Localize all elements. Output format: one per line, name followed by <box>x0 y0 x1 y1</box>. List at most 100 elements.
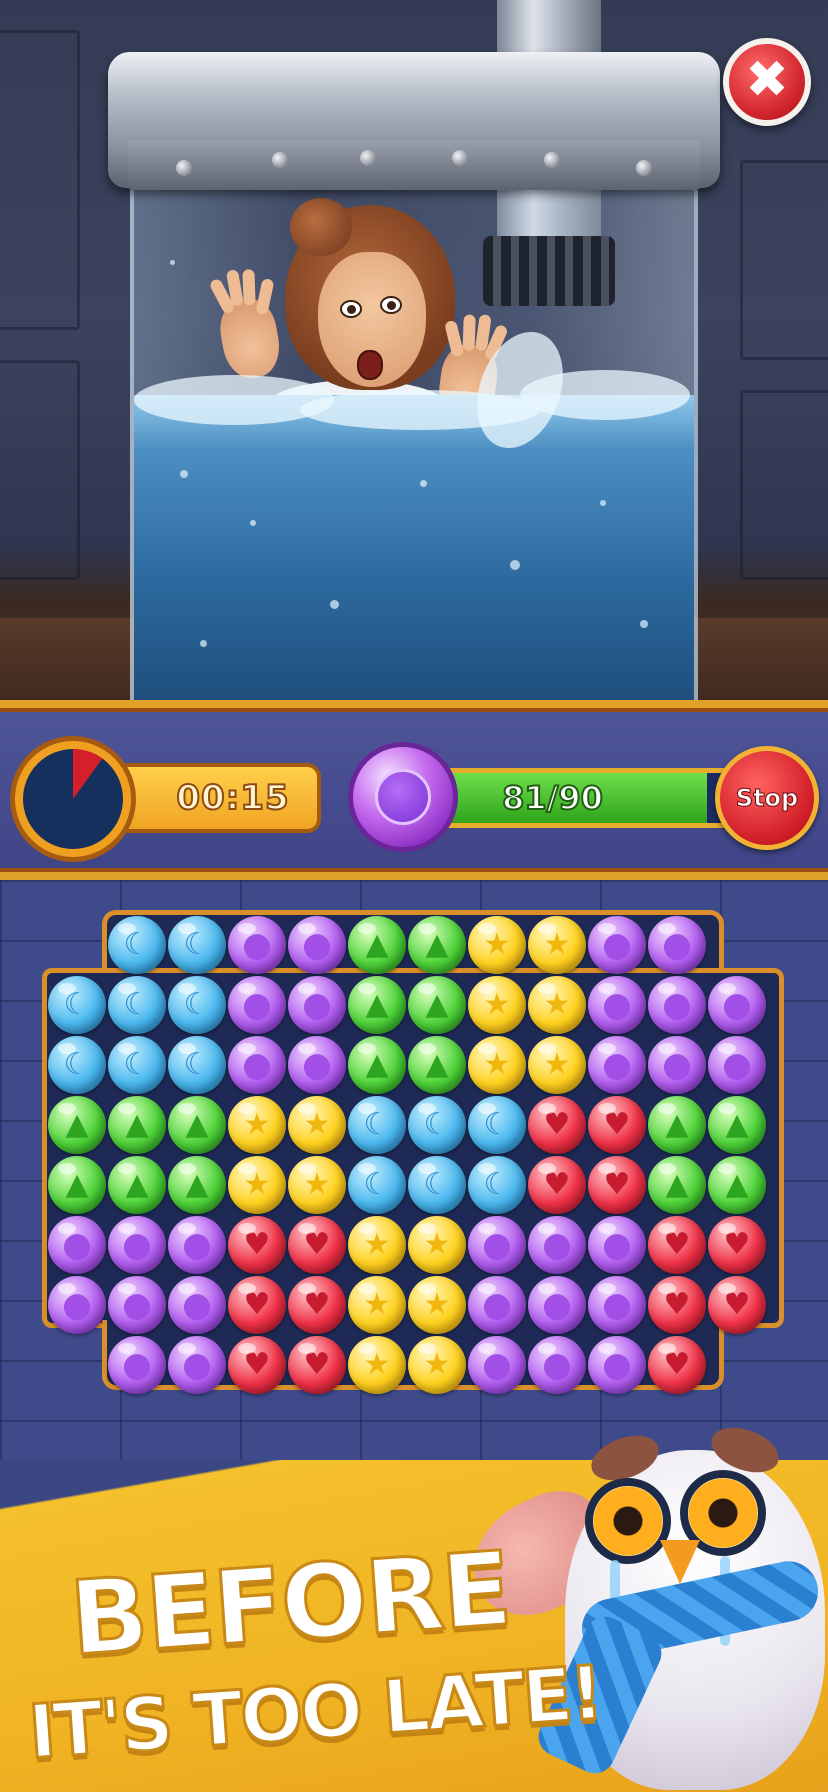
red-gem[interactable]: ♥ <box>528 1096 586 1154</box>
red-gem[interactable]: ♥ <box>708 1276 766 1334</box>
purple-gem[interactable]: ● <box>648 976 706 1034</box>
yellow-gem[interactable]: ★ <box>528 916 586 974</box>
green-gem[interactable]: ▲ <box>408 1036 466 1094</box>
green-gem[interactable]: ▲ <box>708 1156 766 1214</box>
red-gem[interactable]: ♥ <box>588 1156 646 1214</box>
blue-gem[interactable]: ☾ <box>168 1036 226 1094</box>
purple-gem[interactable]: ● <box>588 1276 646 1334</box>
rivet <box>360 150 376 166</box>
yellow-gem[interactable]: ★ <box>348 1276 406 1334</box>
red-gem[interactable]: ♥ <box>228 1336 286 1394</box>
green-gem[interactable]: ▲ <box>108 1096 166 1154</box>
green-gem[interactable]: ▲ <box>108 1156 166 1214</box>
purple-gem[interactable]: ● <box>468 1276 526 1334</box>
blue-gem[interactable]: ☾ <box>168 916 226 974</box>
red-gem[interactable]: ♥ <box>228 1216 286 1274</box>
yellow-gem[interactable]: ★ <box>468 976 526 1034</box>
purple-gem[interactable]: ● <box>228 1036 286 1094</box>
red-gem[interactable]: ♥ <box>708 1216 766 1274</box>
blue-gem[interactable]: ☾ <box>168 976 226 1034</box>
red-gem[interactable]: ♥ <box>648 1216 706 1274</box>
red-gem[interactable]: ♥ <box>588 1096 646 1154</box>
green-gem[interactable]: ▲ <box>348 916 406 974</box>
yellow-gem[interactable]: ★ <box>288 1096 346 1154</box>
yellow-gem[interactable]: ★ <box>528 1036 586 1094</box>
yellow-gem[interactable]: ★ <box>468 1036 526 1094</box>
blue-gem[interactable]: ☾ <box>48 976 106 1034</box>
purple-gem[interactable]: ● <box>708 1036 766 1094</box>
close-button[interactable]: ✖ <box>723 38 811 126</box>
purple-gem[interactable]: ● <box>588 1336 646 1394</box>
blue-gem[interactable]: ☾ <box>468 1156 526 1214</box>
green-gem[interactable]: ▲ <box>168 1156 226 1214</box>
red-gem[interactable]: ♥ <box>648 1276 706 1334</box>
purple-gem[interactable]: ● <box>528 1336 586 1394</box>
purple-gem[interactable]: ● <box>528 1276 586 1334</box>
red-gem[interactable]: ♥ <box>288 1216 346 1274</box>
blue-gem[interactable]: ☾ <box>408 1156 466 1214</box>
green-gem[interactable]: ▲ <box>48 1096 106 1154</box>
blue-gem[interactable]: ☾ <box>468 1096 526 1154</box>
purple-gem[interactable]: ● <box>288 1036 346 1094</box>
purple-gem[interactable]: ● <box>228 976 286 1034</box>
purple-gem[interactable]: ● <box>168 1336 226 1394</box>
purple-gem[interactable]: ● <box>588 1036 646 1094</box>
blue-gem[interactable]: ☾ <box>108 916 166 974</box>
purple-gem[interactable]: ● <box>588 976 646 1034</box>
purple-gem[interactable]: ● <box>228 916 286 974</box>
purple-gem[interactable]: ● <box>168 1276 226 1334</box>
purple-gem[interactable]: ● <box>288 976 346 1034</box>
purple-gem[interactable]: ● <box>648 1036 706 1094</box>
bubble <box>180 470 188 478</box>
green-gem[interactable]: ▲ <box>648 1156 706 1214</box>
yellow-gem[interactable]: ★ <box>228 1096 286 1154</box>
purple-gem[interactable]: ● <box>468 1216 526 1274</box>
circle-icon: ● <box>542 1285 572 1325</box>
purple-gem[interactable]: ● <box>108 1336 166 1394</box>
purple-gem[interactable]: ● <box>468 1336 526 1394</box>
purple-gem[interactable]: ● <box>108 1276 166 1334</box>
yellow-gem[interactable]: ★ <box>528 976 586 1034</box>
red-gem[interactable]: ♥ <box>648 1336 706 1394</box>
purple-gem[interactable]: ● <box>48 1276 106 1334</box>
green-gem[interactable]: ▲ <box>168 1096 226 1154</box>
yellow-gem[interactable]: ★ <box>468 916 526 974</box>
woman-hair-bun <box>290 198 352 256</box>
purple-gem[interactable]: ● <box>588 916 646 974</box>
purple-gem[interactable]: ● <box>108 1216 166 1274</box>
red-gem[interactable]: ♥ <box>528 1156 586 1214</box>
blue-gem[interactable]: ☾ <box>108 976 166 1034</box>
yellow-gem[interactable]: ★ <box>348 1216 406 1274</box>
green-gem[interactable]: ▲ <box>648 1096 706 1154</box>
green-gem[interactable]: ▲ <box>348 1036 406 1094</box>
purple-gem[interactable]: ● <box>648 916 706 974</box>
purple-gem[interactable]: ● <box>588 1216 646 1274</box>
yellow-gem[interactable]: ★ <box>408 1336 466 1394</box>
green-gem[interactable]: ▲ <box>408 916 466 974</box>
stop-button[interactable]: Stop <box>715 746 819 850</box>
purple-gem[interactable]: ● <box>288 916 346 974</box>
blue-gem[interactable]: ☾ <box>48 1036 106 1094</box>
purple-gem[interactable]: ● <box>48 1216 106 1274</box>
blue-gem[interactable]: ☾ <box>348 1156 406 1214</box>
blue-gem[interactable]: ☾ <box>348 1096 406 1154</box>
red-gem[interactable]: ♥ <box>288 1276 346 1334</box>
green-gem[interactable]: ▲ <box>48 1156 106 1214</box>
red-gem[interactable]: ♥ <box>228 1276 286 1334</box>
blue-gem[interactable]: ☾ <box>108 1036 166 1094</box>
moon-icon: ☾ <box>423 1167 451 1202</box>
yellow-gem[interactable]: ★ <box>288 1156 346 1214</box>
yellow-gem[interactable]: ★ <box>228 1156 286 1214</box>
purple-gem[interactable]: ● <box>528 1216 586 1274</box>
red-gem[interactable]: ♥ <box>288 1336 346 1394</box>
star-icon: ★ <box>543 987 571 1022</box>
blue-gem[interactable]: ☾ <box>408 1096 466 1154</box>
yellow-gem[interactable]: ★ <box>408 1276 466 1334</box>
yellow-gem[interactable]: ★ <box>348 1336 406 1394</box>
green-gem[interactable]: ▲ <box>708 1096 766 1154</box>
green-gem[interactable]: ▲ <box>408 976 466 1034</box>
purple-gem[interactable]: ● <box>168 1216 226 1274</box>
yellow-gem[interactable]: ★ <box>408 1216 466 1274</box>
green-gem[interactable]: ▲ <box>348 976 406 1034</box>
purple-gem[interactable]: ● <box>708 976 766 1034</box>
